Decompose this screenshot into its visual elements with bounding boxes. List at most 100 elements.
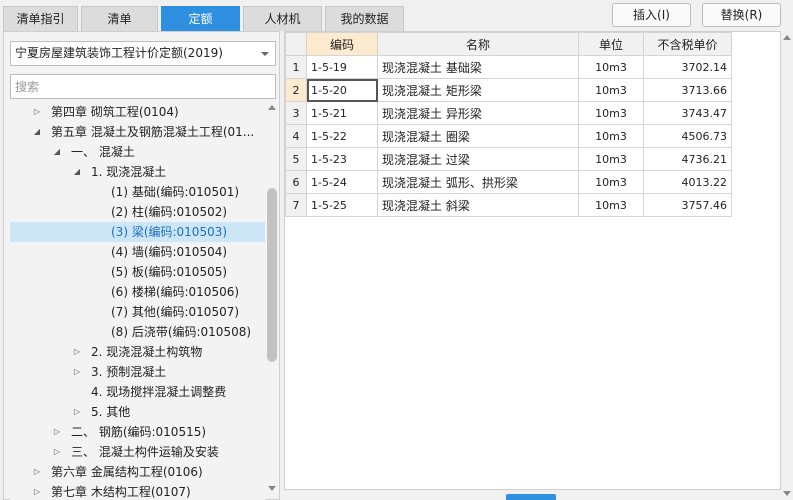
table-header-row: 编码 名称 单位 不含税单价	[285, 32, 732, 56]
expand-arrow-icon[interactable]: ▷	[52, 442, 62, 462]
tree-node[interactable]: 4. 现场搅拌混凝土调整费	[10, 382, 265, 402]
expand-arrow-icon[interactable]: ▷	[52, 422, 62, 442]
row-index: 7	[285, 193, 307, 217]
cell-name[interactable]: 现浇混凝土 矩形梁	[377, 78, 579, 102]
table-row-selected[interactable]: 2 1-5-20 现浇混凝土 矩形梁 10m3 3713.66	[285, 78, 732, 102]
tree-node[interactable]: (6) 楼梯(编码:010506)	[10, 282, 265, 302]
tab-quota[interactable]: 定额	[161, 6, 240, 31]
row-index: 1	[285, 55, 307, 79]
tree-node[interactable]: ◢ 1. 现浇混凝土	[10, 162, 265, 182]
tree-node[interactable]: ◢ 一、 混凝土	[10, 142, 265, 162]
tab-labor-material-machine[interactable]: 人材机	[243, 6, 322, 31]
table-row[interactable]: 1 1-5-19 现浇混凝土 基础梁 10m3 3702.14	[285, 55, 732, 79]
tree-node[interactable]: (8) 后浇带(编码:010508)	[10, 322, 265, 342]
tree-node-label: (3) 梁(编码:010503)	[111, 225, 228, 239]
expand-arrow-icon[interactable]: ▷	[32, 482, 42, 500]
cell-code[interactable]: 1-5-22	[306, 124, 378, 148]
quota-library-select[interactable]: 宁夏房屋建筑装饰工程计价定额(2019)	[10, 41, 276, 66]
column-header-price[interactable]: 不含税单价	[643, 32, 732, 56]
column-header-name[interactable]: 名称	[377, 32, 579, 56]
tree-node[interactable]: (7) 其他(编码:010507)	[10, 302, 265, 322]
cell-code[interactable]: 1-5-20	[306, 78, 378, 102]
tree-node[interactable]: ▷ 第六章 金属结构工程(0106)	[10, 462, 265, 482]
tree-node[interactable]: ▷ 三、 混凝土构件运输及安装	[10, 442, 265, 462]
cell-name[interactable]: 现浇混凝土 过梁	[377, 147, 579, 171]
expand-arrow-icon[interactable]: ▷	[32, 102, 42, 122]
cell-price[interactable]: 3757.46	[643, 193, 732, 217]
scroll-down-icon[interactable]	[783, 491, 791, 496]
cell-price[interactable]: 4013.22	[643, 170, 732, 194]
quota-table: 编码 名称 单位 不含税单价 1 1-5-19 现浇混凝土 基础梁 10m3 3…	[285, 32, 732, 217]
tree-node[interactable]: (2) 柱(编码:010502)	[10, 202, 265, 222]
tree-node[interactable]: ▷ 第四章 砌筑工程(0104)	[10, 102, 265, 122]
cell-price[interactable]: 4506.73	[643, 124, 732, 148]
expand-arrow-icon[interactable]: ▷	[72, 342, 82, 362]
column-header-code[interactable]: 编码	[306, 32, 378, 56]
cell-name[interactable]: 现浇混凝土 弧形、拱形梁	[377, 170, 579, 194]
expand-arrow-icon[interactable]: ▷	[72, 402, 82, 422]
tree-node[interactable]: ▷ 二、 钢筋(编码:010515)	[10, 422, 265, 442]
cell-code[interactable]: 1-5-24	[306, 170, 378, 194]
column-header-unit[interactable]: 单位	[578, 32, 644, 56]
tab-list-guide[interactable]: 清单指引	[3, 6, 78, 31]
table-row[interactable]: 7 1-5-25 现浇混凝土 斜梁 10m3 3757.46	[285, 193, 732, 217]
cell-unit[interactable]: 10m3	[578, 170, 644, 194]
table-row[interactable]: 5 1-5-23 现浇混凝土 过梁 10m3 4736.21	[285, 147, 732, 171]
scroll-up-icon[interactable]	[783, 35, 791, 40]
tree-node[interactable]: (4) 墙(编码:010504)	[10, 242, 265, 262]
cell-unit[interactable]: 10m3	[578, 193, 644, 217]
table-row[interactable]: 4 1-5-22 现浇混凝土 圈梁 10m3 4506.73	[285, 124, 732, 148]
cell-price[interactable]: 3702.14	[643, 55, 732, 79]
tree-node-label: 第四章 砌筑工程(0104)	[51, 105, 179, 119]
scroll-down-icon[interactable]	[268, 486, 276, 491]
chevron-down-icon[interactable]	[261, 52, 269, 56]
cell-name[interactable]: 现浇混凝土 圈梁	[377, 124, 579, 148]
cell-code[interactable]: 1-5-19	[306, 55, 378, 79]
cell-unit[interactable]: 10m3	[578, 124, 644, 148]
search-input[interactable]	[10, 74, 276, 99]
cell-unit[interactable]: 10m3	[578, 101, 644, 125]
replace-button[interactable]: 替换(R)	[702, 3, 781, 27]
cell-name[interactable]: 现浇混凝土 基础梁	[377, 55, 579, 79]
tree-node[interactable]: (1) 基础(编码:010501)	[10, 182, 265, 202]
tree-node[interactable]: (5) 板(编码:010505)	[10, 262, 265, 282]
cell-unit[interactable]: 10m3	[578, 78, 644, 102]
tree-node-label: 3. 预制混凝土	[91, 365, 167, 379]
collapse-arrow-icon[interactable]: ◢	[32, 122, 42, 142]
table-row[interactable]: 6 1-5-24 现浇混凝土 弧形、拱形梁 10m3 4013.22	[285, 170, 732, 194]
cell-price[interactable]: 4736.21	[643, 147, 732, 171]
expand-arrow-icon[interactable]: ▷	[32, 462, 42, 482]
insert-button[interactable]: 插入(I)	[612, 3, 691, 27]
tree-node[interactable]: ▷ 3. 预制混凝土	[10, 362, 265, 382]
tree-node[interactable]: ◢ 第五章 混凝土及钢筋混凝土工程(01...	[10, 122, 265, 142]
tree-node[interactable]: ▷ 2. 现浇混凝土构筑物	[10, 342, 265, 362]
scrollbar-thumb[interactable]	[267, 188, 277, 362]
tree-node[interactable]: ▷ 第七章 木结构工程(0107)	[10, 482, 265, 500]
panel-splitter[interactable]	[284, 490, 781, 500]
cell-price[interactable]: 3743.47	[643, 101, 732, 125]
tree-node-selected[interactable]: (3) 梁(编码:010503)	[10, 222, 265, 242]
tree-node-label: (7) 其他(编码:010507)	[111, 305, 240, 319]
expand-arrow-icon[interactable]: ▷	[72, 362, 82, 382]
tree-node-label: (1) 基础(编码:010501)	[111, 185, 240, 199]
chapter-tree: ▷ 第四章 砌筑工程(0104) ◢ 第五章 混凝土及钢筋混凝土工程(01... ◢…	[10, 102, 265, 500]
cell-code[interactable]: 1-5-21	[306, 101, 378, 125]
table-row[interactable]: 3 1-5-21 现浇混凝土 异形梁 10m3 3743.47	[285, 101, 732, 125]
cell-unit[interactable]: 10m3	[578, 55, 644, 79]
cell-name[interactable]: 现浇混凝土 异形梁	[377, 101, 579, 125]
cell-price[interactable]: 3713.66	[643, 78, 732, 102]
tab-my-data[interactable]: 我的数据	[325, 6, 404, 31]
collapse-arrow-icon[interactable]: ◢	[52, 142, 62, 162]
collapse-arrow-icon[interactable]: ◢	[72, 162, 82, 182]
tree-node[interactable]: ▷ 5. 其他	[10, 402, 265, 422]
tab-list[interactable]: 清单	[81, 6, 158, 31]
scroll-up-icon[interactable]	[268, 105, 276, 110]
cell-unit[interactable]: 10m3	[578, 147, 644, 171]
cell-code[interactable]: 1-5-23	[306, 147, 378, 171]
splitter-grip-icon[interactable]	[506, 494, 556, 500]
cell-code[interactable]: 1-5-25	[306, 193, 378, 217]
tree-scrollbar[interactable]	[266, 102, 278, 494]
grid-vertical-scrollbar[interactable]	[781, 31, 793, 500]
cell-name[interactable]: 现浇混凝土 斜梁	[377, 193, 579, 217]
tree-node-label: 5. 其他	[91, 405, 131, 419]
